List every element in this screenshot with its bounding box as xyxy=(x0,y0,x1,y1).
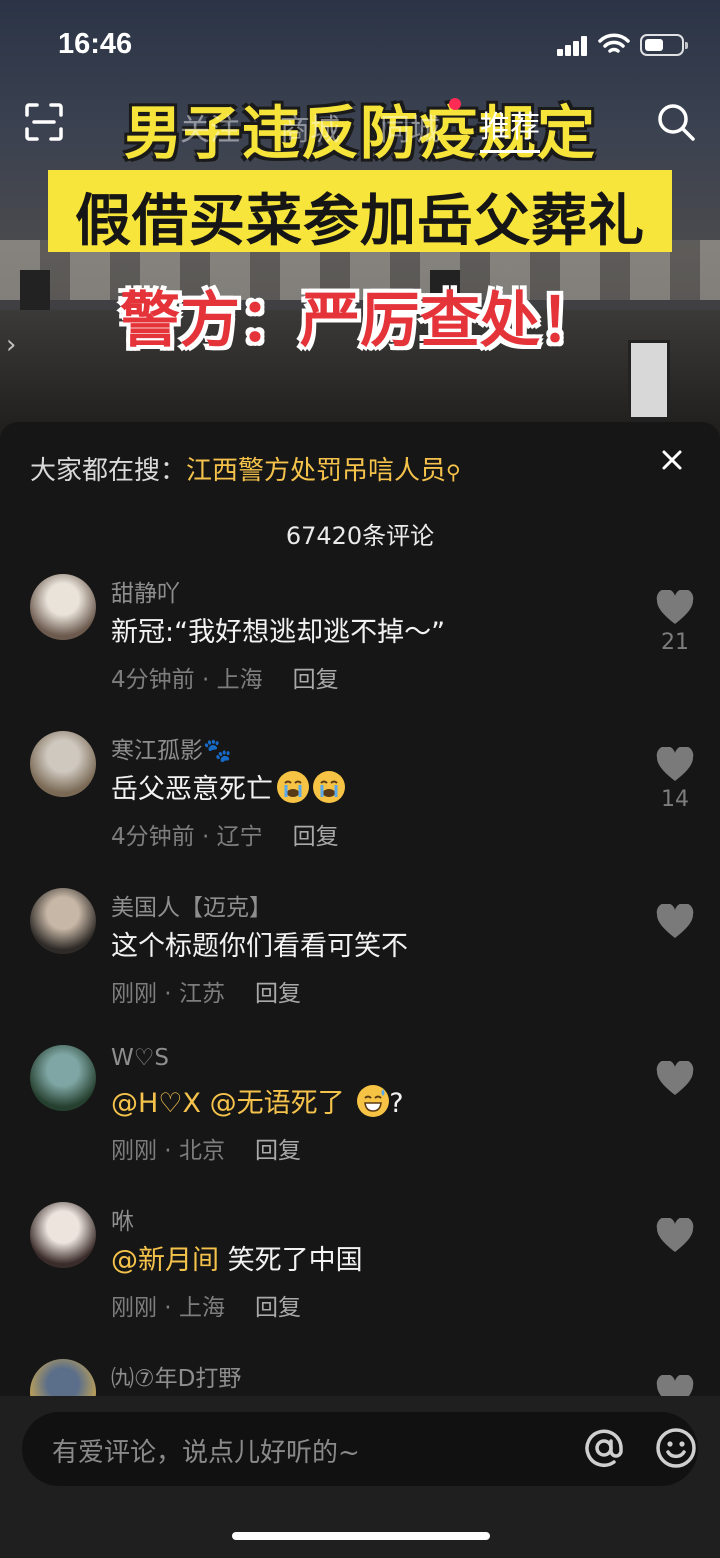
top-nav-tabs: 关注 商城 同城 推荐 xyxy=(160,102,560,153)
comment-username[interactable]: ㈨⑦年D打野 xyxy=(111,1359,241,1393)
comment-text: 新冠:“我好想逃却逃不掉～” xyxy=(111,610,445,649)
battery-cap xyxy=(685,42,688,49)
comment-text: 这个标题你们看看可笑不 xyxy=(111,924,408,963)
comment-body: 岳父恶意死亡 xyxy=(111,774,273,805)
like-heart-icon[interactable] xyxy=(656,1061,694,1097)
comment-time: 刚刚 xyxy=(111,981,157,1007)
tab-local[interactable]: 同城 xyxy=(380,105,440,149)
hot-search-banner[interactable]: 大家都在搜：江西警方处罚吊唁人员⚲ xyxy=(30,450,461,487)
comment-input-bar: 有爱评论，说点儿好听的~ xyxy=(0,1396,720,1558)
comment-input[interactable]: 有爱评论，说点儿好听的~ xyxy=(22,1412,698,1486)
comment-username[interactable]: 甜静吖 xyxy=(111,574,180,608)
comment-meta: 4分钟前 · 辽宁 回复 xyxy=(111,817,339,851)
mention-at-icon[interactable] xyxy=(582,1426,626,1470)
tab-follow[interactable]: 关注 xyxy=(180,105,240,149)
screen: { "status_bar": { "time": "16:46", "batt… xyxy=(0,0,720,1558)
search-small-icon: ⚲ xyxy=(446,460,461,484)
like-heart-icon[interactable] xyxy=(656,590,694,626)
comment-time: 刚刚 xyxy=(111,1138,157,1164)
comment-time: 4分钟前 xyxy=(111,667,195,693)
tab-mall[interactable]: 商城 xyxy=(280,105,340,149)
home-indicator[interactable] xyxy=(232,1532,490,1540)
comment-location: 上海 xyxy=(178,1295,225,1321)
avatar[interactable] xyxy=(30,731,96,797)
comment-item[interactable]: 寒江孤影🐾 岳父恶意死亡 4分钟前 · 辽宁 回复 14 xyxy=(0,731,720,881)
avatar[interactable] xyxy=(30,888,96,954)
like-heart-icon[interactable] xyxy=(656,747,694,783)
hot-search-keyword[interactable]: 江西警方处罚吊唁人员 xyxy=(186,456,446,486)
scan-icon[interactable] xyxy=(24,102,64,142)
cellular-signal-icon xyxy=(557,36,589,56)
comment-body: 这个标题你们看看可笑不 xyxy=(111,931,408,962)
video-headline-3: 警方：严厉查处！ xyxy=(120,286,600,356)
status-time: 16:46 xyxy=(58,28,133,60)
comment-count: 67420条评论 xyxy=(285,522,435,550)
meta-separator: · xyxy=(194,824,217,850)
reply-button[interactable]: 回复 xyxy=(255,1295,301,1321)
reply-button[interactable]: 回复 xyxy=(293,824,339,850)
comment-body: 笑死了中国 xyxy=(227,1245,363,1276)
comment-meta: 4分钟前 · 上海 回复 xyxy=(111,660,339,694)
comment-item[interactable]: 咻 @新月间 笑死了中国 刚刚 · 上海 回复 xyxy=(0,1202,720,1352)
comment-text: @新月间 笑死了中国 xyxy=(111,1238,363,1277)
reply-button[interactable]: 回复 xyxy=(293,667,339,693)
chevron-right-icon[interactable]: › xyxy=(6,330,16,360)
wifi-icon xyxy=(598,33,630,53)
like-heart-icon[interactable] xyxy=(656,904,694,940)
mention-link[interactable]: @无语死了 xyxy=(210,1088,345,1119)
comment-meta: 刚刚 · 北京 回复 xyxy=(111,1131,301,1165)
comment-time: 4分钟前 xyxy=(111,824,195,850)
like-count: 14 xyxy=(661,787,689,812)
comment-location: 辽宁 xyxy=(216,824,263,850)
meta-separator: · xyxy=(157,1138,179,1164)
battery-level xyxy=(645,39,663,51)
comment-item[interactable]: W♡S @H♡X @无语死了 ? 刚刚 · 北京 回复 xyxy=(0,1045,720,1195)
comment-location: 江苏 xyxy=(178,981,225,1007)
comment-text: @H♡X @无语死了 ? xyxy=(111,1081,404,1120)
comment-username[interactable]: 寒江孤影🐾 xyxy=(111,731,232,765)
video-player[interactable]: 男子违反防疫规定 假借买菜参加岳父葬礼 警方：严厉查处！ 关注 商城 同城 推荐… xyxy=(0,0,720,440)
crying-face-emoji xyxy=(277,771,309,803)
video-headline-2: 假借买菜参加岳父葬礼 xyxy=(75,189,645,254)
notification-dot xyxy=(449,98,461,110)
like-heart-icon[interactable] xyxy=(656,1218,694,1254)
reply-button[interactable]: 回复 xyxy=(255,1138,301,1164)
tab-recommend[interactable]: 推荐 xyxy=(480,102,540,153)
reply-button[interactable]: 回复 xyxy=(255,981,301,1007)
meta-separator: · xyxy=(194,667,217,693)
mention-link[interactable]: @H♡X xyxy=(111,1088,201,1119)
search-icon[interactable] xyxy=(656,102,696,142)
avatar[interactable] xyxy=(30,1202,96,1268)
battery-icon xyxy=(640,34,688,56)
comment-username[interactable]: W♡S xyxy=(111,1045,169,1071)
comment-text: 岳父恶意死亡 xyxy=(111,767,345,806)
comment-body: 新冠:“我好想逃却逃不掉～” xyxy=(111,617,446,648)
comment-input-placeholder: 有爱评论，说点儿好听的~ xyxy=(52,1438,360,1468)
crying-face-emoji xyxy=(313,771,345,803)
meta-separator: · xyxy=(157,1295,179,1321)
hot-search-prefix: 大家都在搜： xyxy=(30,456,187,486)
emoji-icon[interactable] xyxy=(654,1426,698,1470)
comment-username[interactable]: 美国人【迈克】 xyxy=(111,888,272,922)
comment-item[interactable]: 美国人【迈克】这个标题你们看看可笑不刚刚 · 江苏 回复 xyxy=(0,888,720,1038)
comment-meta: 刚刚 · 江苏 回复 xyxy=(111,974,301,1008)
grinning-sweat-face-emoji xyxy=(357,1085,390,1117)
comment-item[interactable]: 甜静吖新冠:“我好想逃却逃不掉～” 4分钟前 · 上海 回复 21 xyxy=(0,574,720,724)
meta-separator: · xyxy=(157,981,179,1007)
comment-body: ? xyxy=(389,1088,404,1119)
like-count: 21 xyxy=(661,630,689,655)
comment-username[interactable]: 咻 xyxy=(111,1202,134,1236)
comment-location: 北京 xyxy=(178,1138,225,1164)
comment-location: 上海 xyxy=(216,667,263,693)
avatar[interactable] xyxy=(30,574,96,640)
mention-link[interactable]: @新月间 xyxy=(111,1245,219,1276)
avatar[interactable] xyxy=(30,1045,96,1111)
comments-sheet: 大家都在搜：江西警方处罚吊唁人员⚲ 67420条评论 甜静吖新冠:“我好想逃却逃… xyxy=(0,422,720,1558)
comment-time: 刚刚 xyxy=(111,1295,157,1321)
close-icon[interactable] xyxy=(652,440,692,480)
comment-meta: 刚刚 · 上海 回复 xyxy=(111,1288,301,1322)
